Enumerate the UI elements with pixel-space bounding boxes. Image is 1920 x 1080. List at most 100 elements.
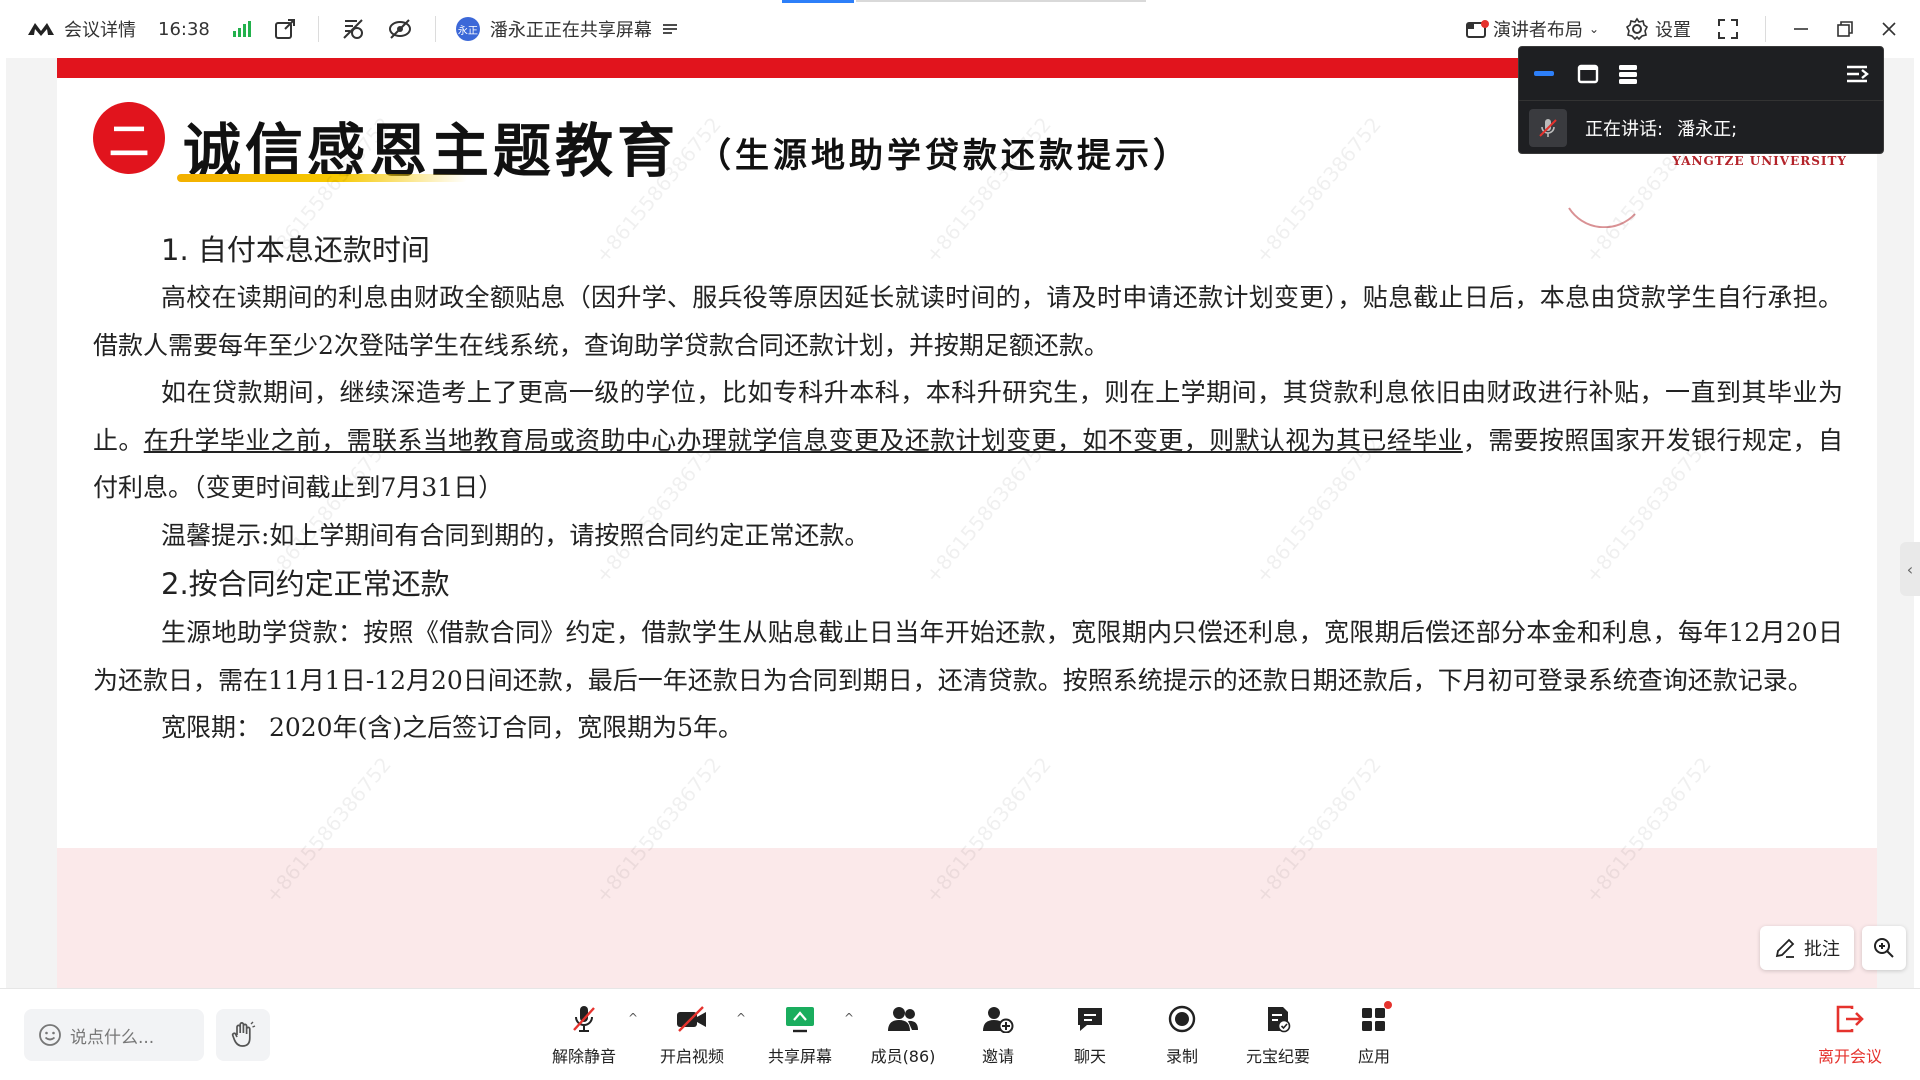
chat-button[interactable]: 聊天: [1044, 999, 1136, 1071]
pen-icon: [1774, 937, 1796, 959]
summary-icon: [1263, 999, 1293, 1039]
section-2-paragraph-1: 生源地助学贷款：按照《借款合同》约定，借款学生从贴息截止日当年开始还款，宽限期内…: [93, 618, 1843, 695]
tab-indicator-track: [856, 0, 1146, 2]
tab-indicator: [782, 0, 854, 3]
chevron-down-icon: ⌄: [1588, 22, 1599, 36]
minimize-icon[interactable]: [1792, 20, 1810, 38]
start-video-button[interactable]: 开启视频 ^: [638, 999, 746, 1071]
section-1-paragraph-1: 高校在读期间的利息由财政全额贴息（因升学、服兵役等原因延长就读时间的，请及时申请…: [93, 283, 1843, 360]
speaking-name: 潘永正;: [1677, 119, 1738, 140]
pop-out-icon[interactable]: [274, 18, 296, 40]
gear-icon: [1625, 17, 1649, 41]
hand-icon: [230, 1021, 256, 1049]
shared-slide: 二 诚信感恩主题教育 （生源地助学贷款还款提示） YANGTZE UNIVERS…: [57, 58, 1877, 988]
unmute-button[interactable]: 解除静音 ^: [530, 999, 638, 1071]
settings-label: 设置: [1655, 20, 1691, 41]
side-panel-toggle[interactable]: ‹: [1900, 542, 1920, 596]
meeting-details-button[interactable]: 会议详情: [64, 0, 136, 58]
separator: [434, 16, 436, 42]
summary-label: 元宝纪要: [1245, 1047, 1310, 1066]
share-screen-label: 共享屏幕: [767, 1047, 832, 1066]
camera-off-icon: [675, 999, 709, 1039]
meeting-time: 16:38: [158, 18, 210, 40]
share-screen-icon: [784, 999, 816, 1039]
section-1-tip: 温馨提示:如上学期间有合同到期的，请按照合同约定正常还款。: [161, 520, 870, 550]
annotation-off-icon[interactable]: [341, 17, 365, 41]
underlined-notice: 在升学毕业之前，需联系当地教育局或资助中心办理就学信息变更及还款计划变更，如不变…: [143, 425, 1463, 455]
raise-hand-button[interactable]: [216, 1009, 270, 1061]
record-button[interactable]: 录制: [1136, 999, 1228, 1071]
restore-icon[interactable]: [1836, 20, 1854, 38]
annotate-button[interactable]: 批注: [1760, 926, 1854, 970]
share-screen-button[interactable]: 共享屏幕 ^: [746, 999, 854, 1071]
speaker-panel-toolbar: [1519, 47, 1883, 101]
leave-icon: [1834, 999, 1866, 1039]
notification-dot: [1480, 20, 1489, 28]
signal-strength-icon[interactable]: [232, 20, 252, 38]
title-underline-decoration: [177, 174, 467, 182]
members-label: 成员(86): [870, 1047, 936, 1066]
chat-placeholder: 说点什么...: [70, 1027, 155, 1048]
apps-label: 应用: [1357, 1047, 1390, 1066]
layout-icon: [1465, 18, 1489, 40]
list-view-icon[interactable]: [1617, 63, 1639, 85]
leave-meeting-button[interactable]: 离开会议: [1818, 999, 1882, 1071]
slide-subtitle: （生源地助学贷款还款提示）: [697, 136, 1191, 176]
chat-label: 聊天: [1073, 1047, 1106, 1066]
sharing-status[interactable]: 永正 潘永正正在共享屏幕: [455, 16, 678, 42]
members-button[interactable]: 成员(86): [854, 999, 952, 1071]
presenter-layout-label: 演讲者布局: [1492, 20, 1583, 41]
slide-content: 1. 自付本息还款时间 高校在读期间的利息由财政全额贴息（因升学、服兵役等原因延…: [93, 226, 1843, 752]
invite-label: 邀请: [981, 1047, 1014, 1066]
mic-muted-icon: [570, 999, 598, 1039]
separator: [317, 16, 319, 42]
smile-icon: [38, 1023, 62, 1047]
speaker-panel: 正在讲话: 潘永正;: [1518, 46, 1884, 154]
minimize-panel-icon[interactable]: [1533, 63, 1555, 85]
sharer-avatar: 永正: [455, 17, 480, 41]
chevron-up-icon[interactable]: ^: [844, 1011, 854, 1025]
section-2-paragraph-2: 宽限期： 2020年(含)之后签订合同，宽限期为5年。: [161, 713, 743, 742]
record-icon: [1167, 999, 1197, 1039]
chevron-left-icon: ‹: [1906, 559, 1914, 579]
single-view-icon[interactable]: [1577, 63, 1599, 85]
zoom-in-icon: [1872, 936, 1896, 960]
hide-icon[interactable]: [387, 18, 413, 40]
chevron-up-icon[interactable]: ^: [628, 1011, 638, 1025]
annotate-label: 批注: [1804, 939, 1840, 960]
notification-dot: [1384, 1001, 1392, 1009]
zoom-in-button[interactable]: [1862, 926, 1906, 970]
section-1-paragraph-2: 如在贷款期间，继续深造考上了更高一级的学位，比如专科升本科，本科升研究生，则在上…: [93, 369, 1843, 512]
collapse-panel-icon[interactable]: [1845, 63, 1869, 85]
section-2-heading: 2.按合同约定正常还款: [161, 567, 450, 601]
university-name: YANGTZE UNIVERSITY: [1672, 154, 1847, 168]
invite-button[interactable]: 邀请: [952, 999, 1044, 1071]
section-1-heading: 1. 自付本息还款时间: [161, 233, 430, 267]
quick-chat-input[interactable]: 说点什么...: [24, 1009, 204, 1061]
apps-icon: [1359, 999, 1392, 1039]
slide-footer-area: [57, 848, 1877, 988]
tencent-meeting-logo-icon: [26, 0, 56, 58]
invite-icon: [982, 999, 1014, 1039]
speaker-mic-icon: [1529, 109, 1567, 147]
close-icon[interactable]: [1880, 20, 1898, 38]
apps-button[interactable]: 应用: [1328, 999, 1420, 1071]
leave-meeting-label: 离开会议: [1818, 1047, 1883, 1066]
speaking-label: 正在讲话:: [1585, 119, 1664, 140]
start-video-label: 开启视频: [659, 1047, 724, 1066]
bottom-toolbar: 说点什么... 解除静音 ^ 开启视频 ^ 共享屏幕 ^ 成员(86) 邀请 聊…: [0, 988, 1920, 1080]
chat-icon: [1075, 999, 1105, 1039]
meeting-controls: 解除静音 ^ 开启视频 ^ 共享屏幕 ^ 成员(86) 邀请 聊天 录制 元宝纪…: [530, 999, 1420, 1071]
presenter-layout-button[interactable]: 演讲者布局 ⌄: [1465, 16, 1599, 42]
settings-button[interactable]: 设置: [1625, 16, 1691, 42]
summary-button[interactable]: 元宝纪要: [1228, 999, 1328, 1071]
section-number-badge: 二: [93, 102, 165, 174]
list-icon: [662, 21, 678, 37]
separator: [1765, 16, 1766, 42]
sharing-status-label: 潘永正正在共享屏幕: [489, 20, 652, 41]
shared-screen-stage: 二 诚信感恩主题教育 （生源地助学贷款还款提示） YANGTZE UNIVERS…: [6, 58, 1914, 988]
speaker-panel-row: 正在讲话: 潘永正;: [1519, 101, 1883, 155]
chevron-up-icon[interactable]: ^: [736, 1011, 746, 1025]
meeting-details-label: 会议详情: [64, 20, 136, 41]
fullscreen-icon[interactable]: [1717, 18, 1739, 40]
